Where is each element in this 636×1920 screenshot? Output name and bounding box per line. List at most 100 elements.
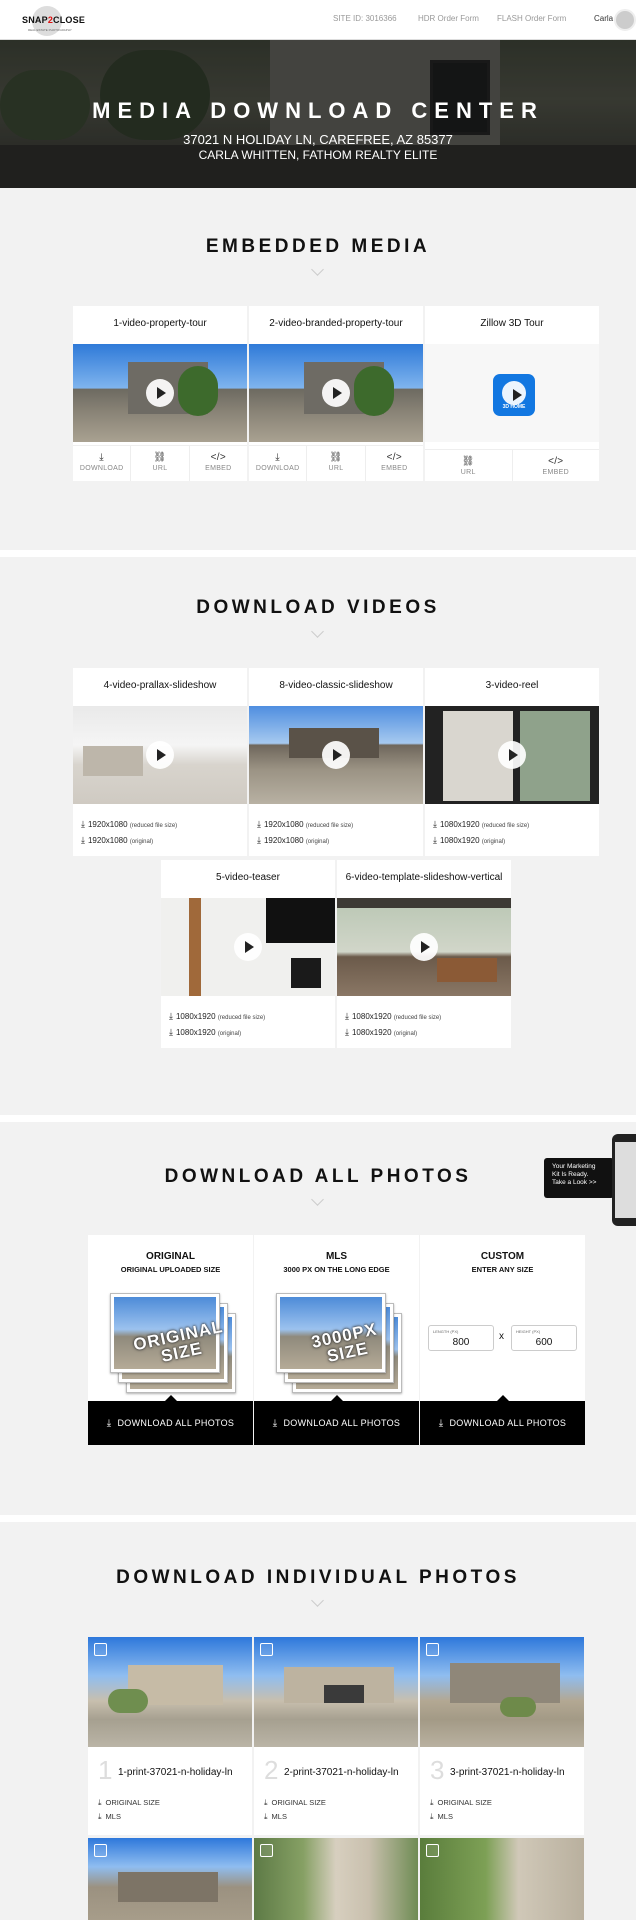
download-icon: ⤓ <box>433 835 437 845</box>
window-shape <box>520 711 590 801</box>
length-field[interactable]: LENGTH (PX) 800 <box>428 1325 494 1351</box>
video-thumbnail[interactable] <box>249 706 423 804</box>
photo-stack-icon: 3000PX SIZE <box>276 1293 402 1393</box>
hdr-order-form-link[interactable]: HDR Order Form <box>418 14 479 23</box>
download-reduced-link[interactable]: ⤓ 1080x1920 (reduced file size) <box>433 819 529 830</box>
video-card: 4-video-prallax-slideshow ⤓ 1920x1080 (re… <box>73 668 247 856</box>
play-icon[interactable] <box>498 741 526 769</box>
flash-order-form-link[interactable]: FLASH Order Form <box>497 14 566 23</box>
play-icon[interactable] <box>146 379 174 407</box>
video-thumbnail[interactable] <box>249 344 423 442</box>
play-icon[interactable] <box>410 933 438 961</box>
download-original-link[interactable]: ⤓ 1920x1080 (original) <box>81 835 153 846</box>
phone-preview-icon[interactable] <box>612 1134 636 1226</box>
field-label: LENGTH (PX) <box>433 1329 459 1334</box>
hero-banner: MEDIA DOWNLOAD CENTER 37021 N HOLIDAY LN… <box>0 40 636 188</box>
select-checkbox[interactable] <box>426 1643 439 1656</box>
play-icon[interactable] <box>502 381 526 405</box>
section-divider <box>0 1115 636 1122</box>
download-button[interactable]: ⤓ DOWNLOAD <box>249 446 308 481</box>
embedded-card: 1-video-property-tour ⤓ DOWNLOAD ⛓ URL </>… <box>73 306 247 481</box>
photo-name: 2-print-37021-n-holiday-ln <box>284 1767 399 1778</box>
site-id: SITE ID: 3016366 <box>333 14 397 23</box>
download-mls-link[interactable]: ⤓ MLS <box>98 1812 121 1822</box>
select-checkbox[interactable] <box>94 1844 107 1857</box>
zillow-3d-home-icon[interactable]: 3D HOME <box>493 374 535 416</box>
embed-button[interactable]: </> EMBED <box>190 446 247 481</box>
card-title: Zillow 3D Tour <box>480 318 544 329</box>
field-value[interactable]: 800 <box>429 1337 493 1348</box>
select-checkbox[interactable] <box>426 1844 439 1857</box>
download-original-link[interactable]: ⤓ ORIGINAL SIZE <box>264 1798 326 1808</box>
link-icon: ⛓ <box>461 456 475 467</box>
chevron-down-icon <box>310 630 326 640</box>
video-card: 6-video-template-slideshow-vertical ⤓ 108… <box>337 860 511 1048</box>
field-value[interactable]: 600 <box>512 1337 576 1348</box>
download-reduced-link[interactable]: ⤓ 1920x1080 (reduced file size) <box>257 819 353 830</box>
play-icon[interactable] <box>234 933 262 961</box>
card-heading: ORIGINAL <box>146 1251 195 1262</box>
video-thumbnail[interactable] <box>161 898 335 996</box>
video-thumbnail[interactable] <box>73 706 247 804</box>
photo-thumbnail[interactable] <box>88 1637 252 1747</box>
snap2close-logo[interactable]: SNAP2CLOSE REAL ESTATE PHOTOGRAPHY <box>18 6 88 36</box>
custom-size-card: CUSTOM ENTER ANY SIZE LENGTH (PX) 800 x … <box>420 1235 585 1445</box>
download-icon: ⤓ <box>81 835 85 845</box>
select-checkbox[interactable] <box>94 1643 107 1656</box>
times-sign: x <box>499 1331 504 1342</box>
url-button[interactable]: ⛓ URL <box>131 446 190 481</box>
card-title: 5-video-teaser <box>216 872 280 883</box>
bush-shape <box>108 1689 148 1713</box>
select-checkbox[interactable] <box>260 1844 273 1857</box>
zillow-thumbnail[interactable]: 3D HOME <box>425 344 599 442</box>
embed-button[interactable]: </> EMBED <box>513 450 600 481</box>
download-reduced-link[interactable]: ⤓ 1080x1920 (reduced file size) <box>169 1011 265 1022</box>
download-all-photos-button[interactable]: ⤓ DOWNLOAD ALL PHOTOS <box>88 1395 253 1445</box>
download-icon: ⤓ <box>438 1418 444 1429</box>
download-original-link[interactable]: ⤓ 1080x1920 (original) <box>169 1027 241 1038</box>
url-button[interactable]: ⛓ URL <box>425 450 513 481</box>
card-title: 2-video-branded-property-tour <box>269 318 403 329</box>
marketing-kit-popup[interactable]: Your Marketing Kit Is Ready. Take a Look… <box>544 1158 614 1198</box>
photo-thumbnail[interactable] <box>88 1838 252 1920</box>
photo-thumbnail[interactable] <box>420 1838 584 1920</box>
photo-card <box>254 1838 418 1920</box>
embed-button[interactable]: </> EMBED <box>366 446 423 481</box>
video-thumbnail[interactable] <box>425 706 599 804</box>
card-actions: ⤓ DOWNLOAD ⛓ URL </> EMBED <box>249 445 423 481</box>
photo-number: 1 <box>98 1755 113 1785</box>
play-icon[interactable] <box>146 741 174 769</box>
url-button[interactable]: ⛓ URL <box>307 446 366 481</box>
page-title: MEDIA DOWNLOAD CENTER <box>92 98 544 123</box>
download-videos-heading: DOWNLOAD VIDEOS <box>196 597 440 618</box>
download-reduced-link[interactable]: ⤓ 1920x1080 (reduced file size) <box>81 819 177 830</box>
embedded-card: Zillow 3D Tour 3D HOME ⛓ URL </> EMBED <box>425 306 599 481</box>
photo-thumbnail[interactable] <box>420 1637 584 1747</box>
download-reduced-link[interactable]: ⤓ 1080x1920 (reduced file size) <box>345 1011 441 1022</box>
download-original-link[interactable]: ⤓ 1920x1080 (original) <box>257 835 329 846</box>
download-button[interactable]: ⤓ DOWNLOAD <box>73 446 132 481</box>
video-thumbnail[interactable] <box>73 344 247 442</box>
download-mls-link[interactable]: ⤓ MLS <box>264 1812 287 1822</box>
download-original-link[interactable]: ⤓ ORIGINAL SIZE <box>430 1798 492 1808</box>
play-icon[interactable] <box>322 379 350 407</box>
select-checkbox[interactable] <box>260 1643 273 1656</box>
avatar[interactable] <box>614 9 636 31</box>
download-original-link[interactable]: ⤓ ORIGINAL SIZE <box>98 1798 160 1808</box>
link-icon: ⛓ <box>329 452 343 463</box>
download-all-photos-button[interactable]: ⤓ DOWNLOAD ALL PHOTOS <box>254 1395 419 1445</box>
photo-thumbnail[interactable] <box>254 1637 418 1747</box>
photo-thumbnail[interactable] <box>254 1838 418 1920</box>
download-all-photos-button[interactable]: ⤓ DOWNLOAD ALL PHOTOS <box>420 1395 585 1445</box>
play-icon[interactable] <box>322 741 350 769</box>
garage-shape <box>324 1685 364 1703</box>
photo-number: 3 <box>430 1755 445 1785</box>
height-field[interactable]: HEIGHT (PX) 600 <box>511 1325 577 1351</box>
video-thumbnail[interactable] <box>337 898 511 996</box>
download-original-link[interactable]: ⤓ 1080x1920 (original) <box>433 835 505 846</box>
download-icon: ⤓ <box>345 1011 349 1021</box>
user-name[interactable]: Carla <box>594 14 613 23</box>
download-mls-link[interactable]: ⤓ MLS <box>430 1812 453 1822</box>
download-original-link[interactable]: ⤓ 1080x1920 (original) <box>345 1027 417 1038</box>
card-title: 6-video-template-slideshow-vertical <box>345 872 503 883</box>
